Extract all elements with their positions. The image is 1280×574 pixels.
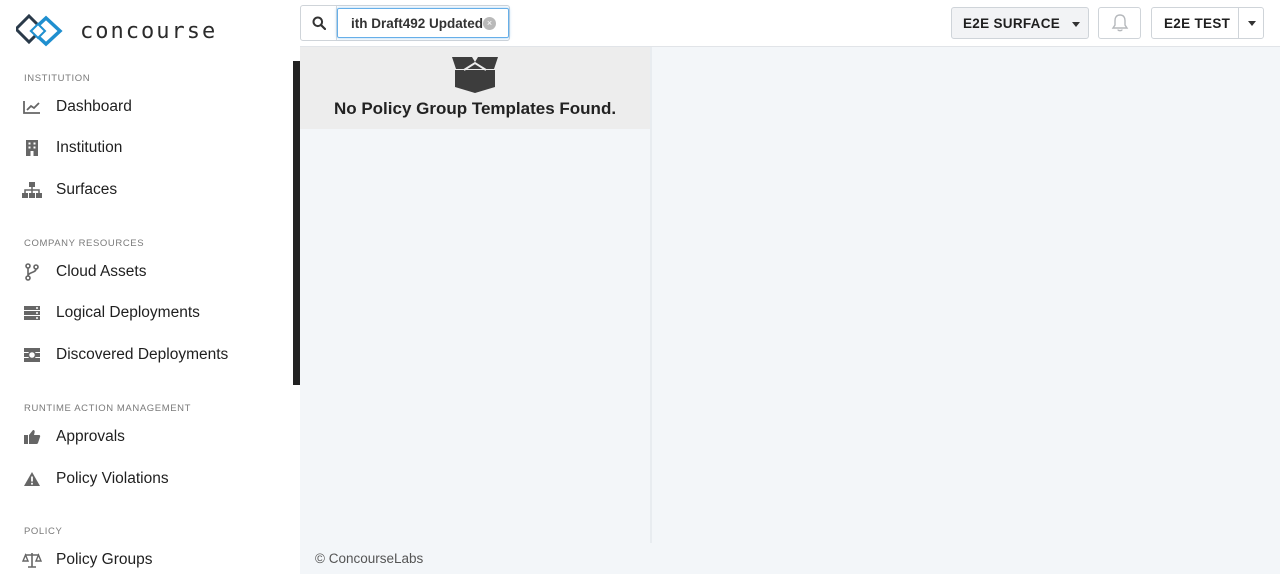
sidebar-item-surfaces[interactable]: Surfaces bbox=[22, 176, 282, 204]
logo-text: concourse bbox=[80, 18, 218, 44]
discovered-deployments-icon bbox=[22, 345, 42, 365]
sidebar-scrollbar[interactable] bbox=[293, 61, 300, 385]
sidebar-item-institution[interactable]: Institution bbox=[22, 134, 282, 162]
sidebar-item-label: Discovered Deployments bbox=[56, 346, 229, 363]
sidebar-item-policy-groups[interactable]: Policy Groups bbox=[22, 546, 282, 574]
top-bar: ith Draft492 Updated × E2E SURFACE E2E T… bbox=[300, 0, 1280, 47]
user-menu-button[interactable]: E2E TEST bbox=[1151, 7, 1264, 39]
clear-search-icon[interactable]: × bbox=[483, 17, 496, 30]
section-label-company-resources: COMPANY RESOURCES bbox=[24, 238, 145, 249]
sitemap-icon bbox=[22, 180, 42, 200]
open-box-icon bbox=[452, 57, 498, 93]
notifications-button[interactable] bbox=[1098, 7, 1141, 39]
search-box: ith Draft492 Updated × bbox=[300, 5, 510, 41]
sidebar-item-approvals[interactable]: Approvals bbox=[22, 423, 282, 451]
sidebar-item-label: Surfaces bbox=[56, 181, 118, 198]
thumbs-up-icon bbox=[22, 427, 42, 447]
sidebar-item-label: Logical Deployments bbox=[56, 304, 200, 321]
sidebar-item-policy-violations[interactable]: Policy Violations bbox=[22, 465, 282, 493]
footer-copyright: © ConcourseLabs bbox=[315, 551, 424, 566]
sidebar-item-label: Dashboard bbox=[56, 98, 132, 115]
sidebar-item-logical-deployments[interactable]: Logical Deployments bbox=[22, 299, 282, 327]
sidebar-item-label: Policy Groups bbox=[56, 551, 153, 568]
sidebar: concourse INSTITUTION Dashboard Institut… bbox=[0, 0, 300, 574]
sidebar-item-cloud-assets[interactable]: Cloud Assets bbox=[22, 258, 282, 286]
chevron-down-icon bbox=[1072, 22, 1080, 27]
surface-dropdown-button[interactable]: E2E SURFACE bbox=[951, 7, 1089, 39]
user-label: E2E TEST bbox=[1164, 16, 1231, 31]
sidebar-item-label: Approvals bbox=[56, 428, 125, 445]
sidebar-item-label: Cloud Assets bbox=[56, 263, 147, 280]
surface-label: E2E SURFACE bbox=[963, 15, 1061, 31]
main-content: No Policy Group Templates Found. © Conco… bbox=[300, 47, 1280, 574]
empty-state: No Policy Group Templates Found. bbox=[300, 47, 650, 129]
concourse-logo[interactable]: concourse bbox=[16, 12, 217, 50]
policy-group-template-list: No Policy Group Templates Found. bbox=[300, 47, 652, 543]
sidebar-item-label: Institution bbox=[56, 139, 123, 156]
server-icon bbox=[22, 303, 42, 323]
search-input[interactable]: ith Draft492 Updated × bbox=[337, 8, 509, 38]
user-menu-toggle[interactable] bbox=[1238, 8, 1264, 38]
concourse-logo-icon bbox=[16, 13, 63, 47]
empty-state-message: No Policy Group Templates Found. bbox=[333, 99, 617, 118]
sidebar-item-label: Policy Violations bbox=[56, 470, 169, 487]
balance-scale-icon bbox=[22, 550, 42, 570]
search-icon bbox=[312, 16, 326, 30]
section-label-policy: POLICY bbox=[24, 526, 63, 537]
section-label-runtime-action-management: RUNTIME ACTION MANAGEMENT bbox=[24, 403, 192, 414]
section-label-institution: INSTITUTION bbox=[24, 73, 91, 84]
search-button[interactable] bbox=[301, 6, 337, 40]
code-branch-icon bbox=[22, 262, 42, 282]
building-icon bbox=[22, 138, 42, 158]
chevron-down-icon bbox=[1248, 21, 1256, 26]
sidebar-item-discovered-deployments[interactable]: Discovered Deployments bbox=[22, 341, 282, 369]
search-value: ith Draft492 Updated bbox=[351, 15, 484, 31]
bell-icon bbox=[1111, 14, 1128, 32]
sidebar-item-dashboard[interactable]: Dashboard bbox=[22, 93, 282, 121]
warning-icon bbox=[22, 469, 42, 489]
chart-line-icon bbox=[22, 97, 42, 117]
